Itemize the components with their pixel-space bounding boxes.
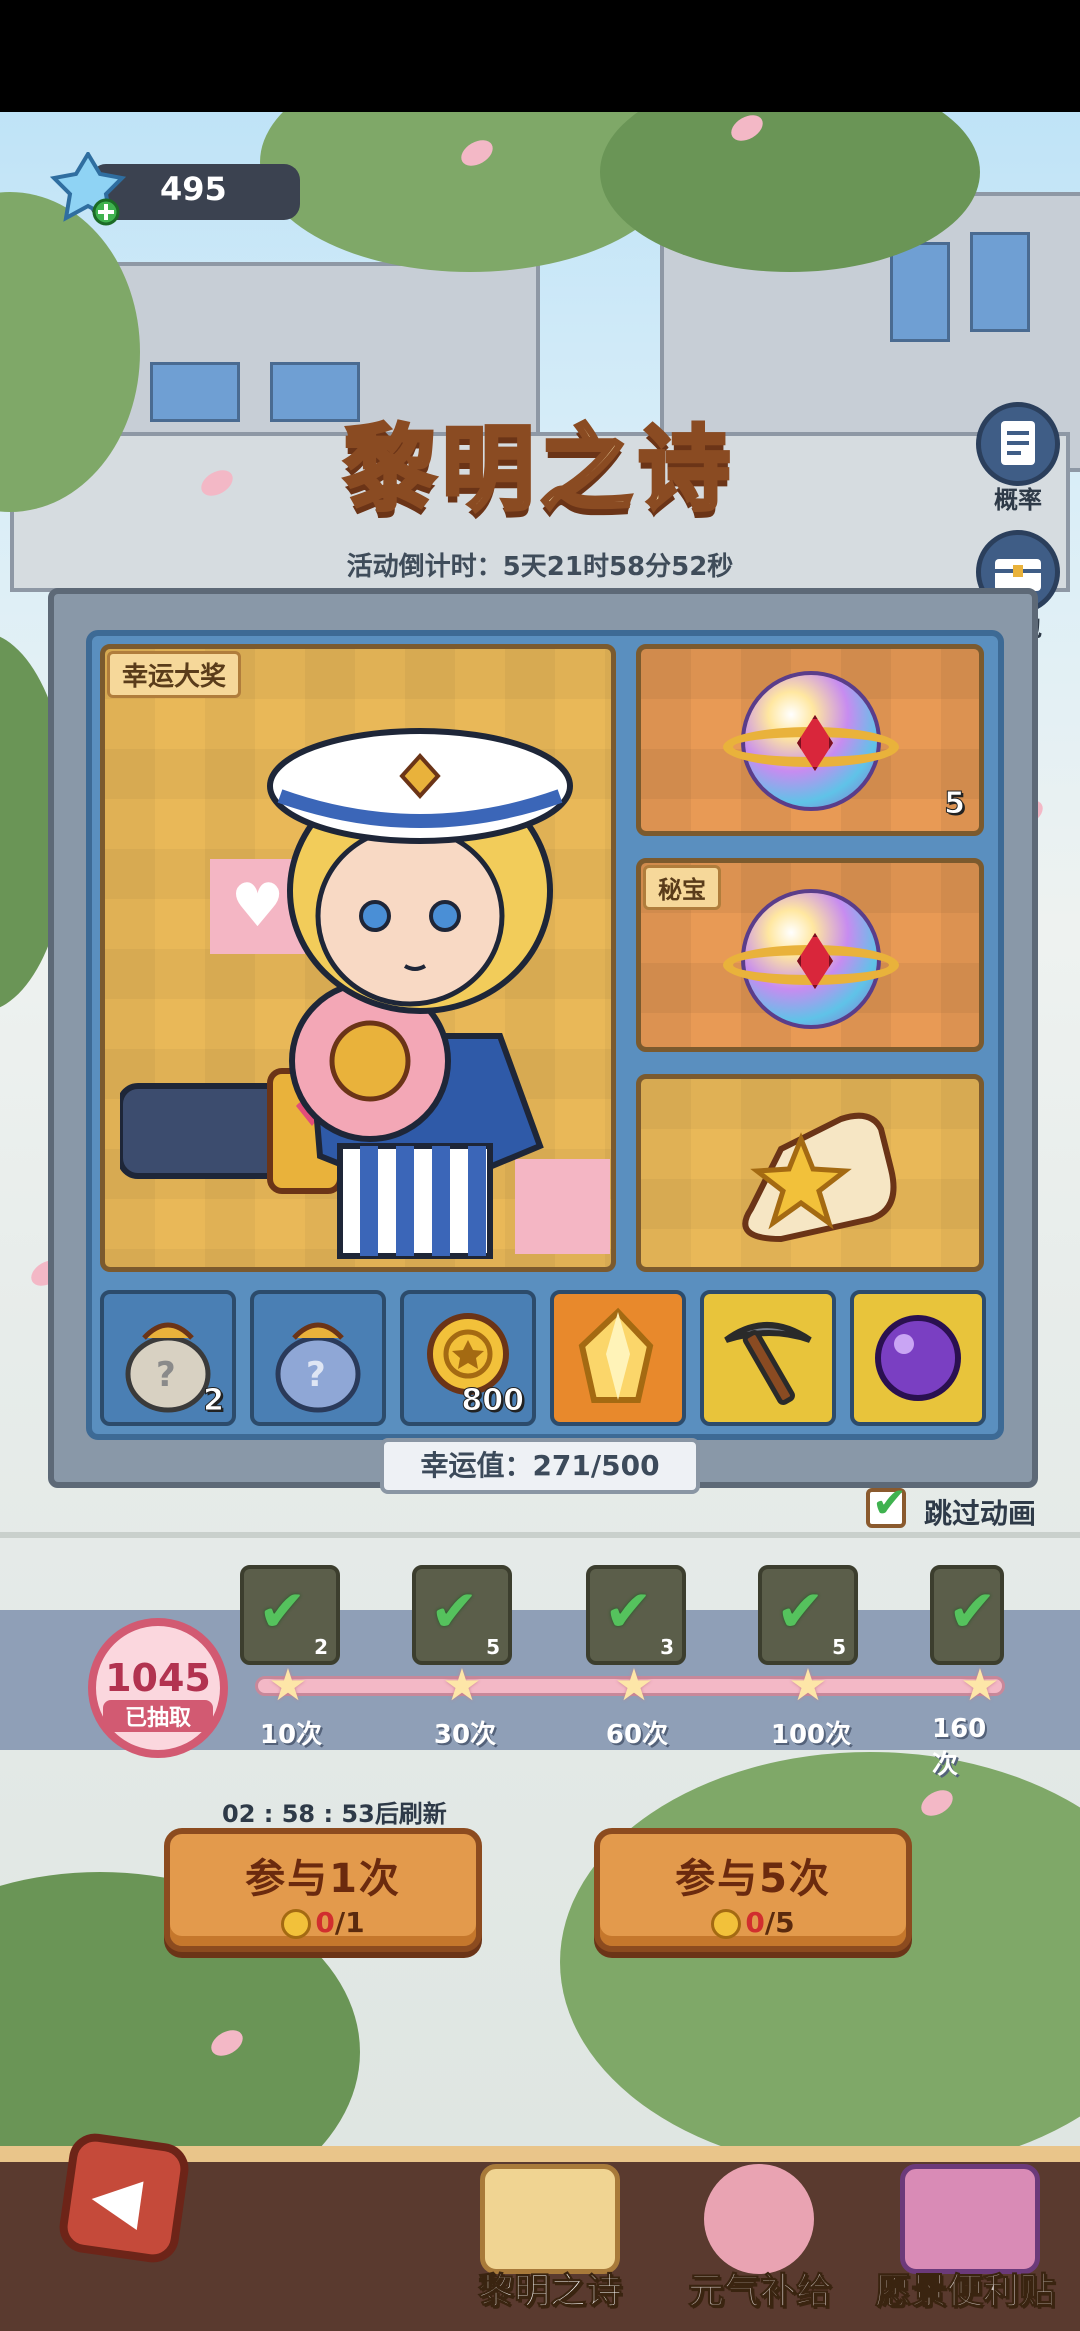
svg-text:?: ? — [306, 1355, 326, 1395]
mystery-bag-blue-icon: ? — [275, 1322, 361, 1413]
event-countdown: 活动倒计时：5天21时58分52秒 — [346, 552, 734, 582]
draw-once-cost: 0/1 — [170, 1906, 476, 1939]
crystal-icon — [578, 1307, 654, 1403]
draw-counter: 1045 已抽取 — [88, 1618, 228, 1758]
draw-once-button[interactable]: 参与1次 0/1 — [164, 1828, 482, 1952]
cost-owned: 0 — [745, 1906, 765, 1939]
floor-line — [0, 1532, 1080, 1538]
window — [890, 242, 950, 342]
checkmark-icon: ✔ — [776, 1577, 825, 1645]
draw-five-cost: 0/5 — [600, 1906, 906, 1939]
tab-energy-supply[interactable]: 元气补给 — [670, 2164, 850, 2314]
coin-icon — [711, 1909, 742, 1939]
milestone-label: 60次 — [605, 1720, 669, 1750]
prize-count: 5 — [944, 786, 966, 822]
reward-slot-1[interactable]: ? 2 — [100, 1290, 236, 1426]
draw-count: 1045 — [105, 1656, 211, 1700]
tab-dawn-poem[interactable]: 黎明之诗 — [460, 2164, 640, 2314]
milestone-reward-2[interactable]: ✔ 5 — [412, 1565, 512, 1665]
draw-count-label: 已抽取 — [103, 1700, 213, 1732]
crystal-plus-icon[interactable] — [50, 152, 126, 228]
reward-slot-4[interactable] — [550, 1290, 686, 1426]
secret-treasure-tag: 秘宝 — [643, 865, 721, 910]
milestone-label: 30次 — [433, 1720, 497, 1750]
reward-slot-2[interactable]: ? — [250, 1290, 386, 1426]
star-icon: ★ — [614, 1660, 654, 1711]
jeweled-orb-icon — [723, 889, 899, 1029]
checkmark-icon: ✔ — [948, 1577, 997, 1645]
reward-slot-5[interactable] — [700, 1290, 836, 1426]
cost-required: /1 — [334, 1906, 365, 1939]
milestone-reward-4[interactable]: ✔ 5 — [758, 1565, 858, 1665]
prize-slot-3[interactable] — [636, 1074, 984, 1272]
tab-label: 愿景便利贴 — [874, 2271, 1055, 2313]
purple-orb-icon — [875, 1315, 961, 1401]
luck-value: 幸运值：271/500 — [380, 1438, 700, 1494]
document-icon — [976, 402, 1060, 486]
star-icon: ★ — [268, 1660, 308, 1711]
draw-once-label: 参与1次 — [245, 1856, 401, 1902]
back-button[interactable]: ◀ — [56, 2130, 192, 2266]
card-icon — [900, 2164, 1040, 2274]
milestone-label: 100次 — [770, 1720, 852, 1750]
jeweled-orb-icon — [723, 671, 899, 811]
currency-value: 495 — [160, 170, 227, 208]
status-bar — [0, 0, 1080, 112]
milestone-count: 3 — [660, 1635, 674, 1659]
cost-owned: 0 — [315, 1906, 335, 1939]
milestone-reward-3[interactable]: ✔ 3 — [586, 1565, 686, 1665]
tab-label: 元气补给 — [687, 2271, 832, 2313]
draw-five-label: 参与5次 — [675, 1856, 831, 1902]
star-scroll-icon — [742, 1112, 897, 1243]
back-arrow-icon: ◀ — [87, 2157, 147, 2239]
cost-required: /5 — [764, 1906, 795, 1939]
skip-animation-label: 跳过动画 — [924, 1497, 1037, 1530]
checkmark-icon: ✔ — [872, 1478, 908, 1527]
slot-count: 800 — [461, 1383, 525, 1419]
probability-button[interactable]: 概率 — [972, 402, 1064, 515]
window — [970, 232, 1030, 332]
draw-five-button[interactable]: 参与5次 0/5 — [594, 1828, 912, 1952]
reward-slot-6[interactable] — [850, 1290, 986, 1426]
checkmark-icon: ✔ — [430, 1577, 479, 1645]
prize-slot-2[interactable]: 秘宝 — [636, 858, 984, 1052]
calendar-icon — [480, 2164, 620, 2274]
candy-icon — [704, 2164, 814, 2274]
reward-slot-3[interactable]: 800 — [400, 1290, 536, 1426]
svg-text:?: ? — [156, 1355, 176, 1395]
milestone-reward-5[interactable]: ✔ — [930, 1565, 1004, 1665]
sailor-boy-character — [120, 728, 573, 1259]
milestone-reward-1[interactable]: ✔ 2 — [240, 1565, 340, 1665]
star-icon: ★ — [788, 1660, 828, 1711]
milestone-label: 160次 — [932, 1714, 987, 1780]
currency-display[interactable]: 495 — [50, 152, 300, 226]
slot-count: 2 — [203, 1383, 225, 1419]
star-icon: ★ — [442, 1660, 482, 1711]
milestone-count: 5 — [832, 1635, 846, 1659]
prize-slot-1[interactable]: 5 — [636, 644, 984, 836]
star-icon: ★ — [960, 1660, 1000, 1711]
tab-wish-notes[interactable]: 愿景便利贴 — [860, 2164, 1070, 2314]
milestone-label: 10次 — [259, 1720, 323, 1750]
checkmark-icon: ✔ — [604, 1577, 653, 1645]
milestone-count: 5 — [486, 1635, 500, 1659]
milestone-count: 2 — [314, 1635, 328, 1659]
checkmark-icon: ✔ — [258, 1577, 307, 1645]
refresh-timer: 02 : 58 : 53后刷新 — [222, 1800, 447, 1828]
pickaxe-icon — [724, 1322, 812, 1405]
tab-label: 黎明之诗 — [477, 2271, 622, 2313]
coin-icon — [281, 1909, 312, 1939]
event-title: 黎明之诗 — [342, 413, 736, 525]
